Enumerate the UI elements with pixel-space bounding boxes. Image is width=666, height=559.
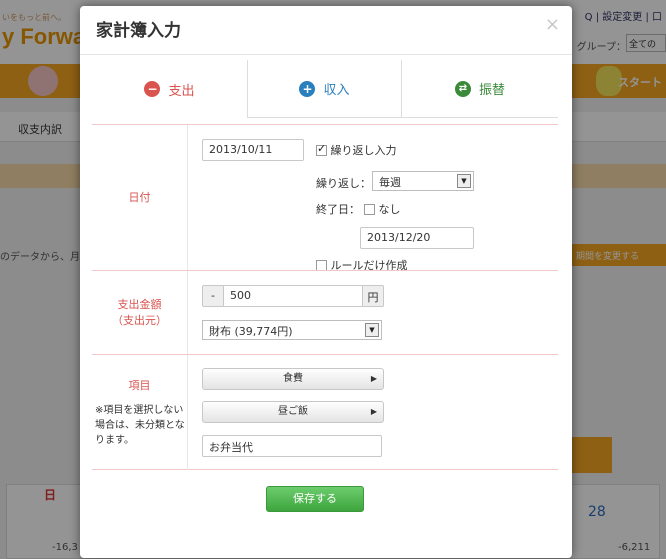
close-icon[interactable]: ×	[545, 14, 560, 35]
tab-expense-label: 支出	[168, 83, 195, 99]
date-row: 日付 2013/10/11 繰り返し入力 繰り返し： 毎週 ▼ 終了日： なし …	[92, 124, 558, 272]
tab-income-label: 収入	[323, 83, 350, 98]
minus-circle-icon: −	[144, 81, 161, 97]
amount-label: 支出金額 （支出元）	[92, 271, 188, 354]
amount-row: 支出金額 （支出元） - 500 円 財布 (39,774円) ▼	[92, 270, 558, 354]
chevron-right-icon: ▶	[370, 407, 377, 416]
subcategory-button-label: 昼ご飯	[278, 406, 308, 417]
amount-unit: 円	[362, 285, 384, 307]
household-entry-modal: 家計簿入力 × − 支出 + 収入 ⇄ 振替 日付 2013/10/11 繰り返…	[80, 6, 572, 558]
dropdown-arrow-icon: ▼	[457, 174, 471, 188]
account-select[interactable]: 財布 (39,774円) ▼	[202, 320, 382, 340]
end-date-input[interactable]: 2013/12/20	[360, 227, 474, 249]
tab-transfer[interactable]: ⇄ 振替	[402, 60, 558, 118]
item-label: 項目	[128, 379, 151, 392]
repeat-checkbox-label: 繰り返し入力	[330, 144, 397, 157]
amount-input[interactable]: 500	[223, 285, 363, 307]
tab-income[interactable]: + 収入	[248, 60, 402, 118]
end-none-label: なし	[378, 203, 401, 216]
save-button[interactable]: 保存する	[266, 486, 364, 512]
title-divider	[80, 54, 572, 55]
item-label-cell: 項目 ※項目を選択しない場合は、未分類となります。	[92, 355, 188, 470]
tab-transfer-label: 振替	[478, 83, 505, 98]
date-input[interactable]: 2013/10/11	[202, 139, 304, 161]
end-date-label: 終了日：	[316, 203, 360, 216]
account-select-value: 財布 (39,774円)	[209, 325, 293, 338]
memo-input[interactable]: お弁当代	[202, 435, 382, 457]
modal-title: 家計簿入力	[96, 21, 181, 41]
repeat-checkbox-group[interactable]: 繰り返し入力	[316, 142, 397, 158]
plus-circle-icon: +	[299, 80, 316, 97]
category-button[interactable]: 食費 ▶	[202, 368, 384, 390]
subcategory-button[interactable]: 昼ご飯 ▶	[202, 401, 384, 423]
repeat-label: 繰り返し：	[316, 177, 371, 190]
dropdown-arrow-icon: ▼	[365, 323, 379, 337]
end-none-checkbox-group[interactable]: なし	[364, 201, 401, 217]
rule-only-checkbox[interactable]	[316, 259, 327, 271]
end-none-checkbox[interactable]	[364, 203, 375, 215]
entry-type-tabs: − 支出 + 収入 ⇄ 振替	[92, 60, 558, 118]
amount-label-line2: （支出元）	[112, 314, 167, 327]
tab-expense[interactable]: − 支出	[92, 60, 248, 118]
amount-sign: -	[202, 285, 224, 307]
chevron-right-icon: ▶	[370, 374, 377, 383]
amount-label-line1: 支出金額	[117, 298, 162, 311]
category-button-label: 食費	[283, 373, 303, 384]
repeat-checkbox[interactable]	[316, 142, 327, 156]
date-label: 日付	[92, 125, 188, 270]
repeat-select[interactable]: 毎週 ▼	[372, 171, 474, 191]
repeat-select-value: 毎週	[379, 176, 401, 189]
item-note: ※項目を選択しない場合は、未分類となります。	[95, 405, 185, 446]
swap-circle-icon: ⇄	[454, 80, 471, 97]
item-row: 項目 ※項目を選択しない場合は、未分類となります。 食費 ▶ 昼ご飯 ▶ お弁当…	[92, 354, 558, 470]
